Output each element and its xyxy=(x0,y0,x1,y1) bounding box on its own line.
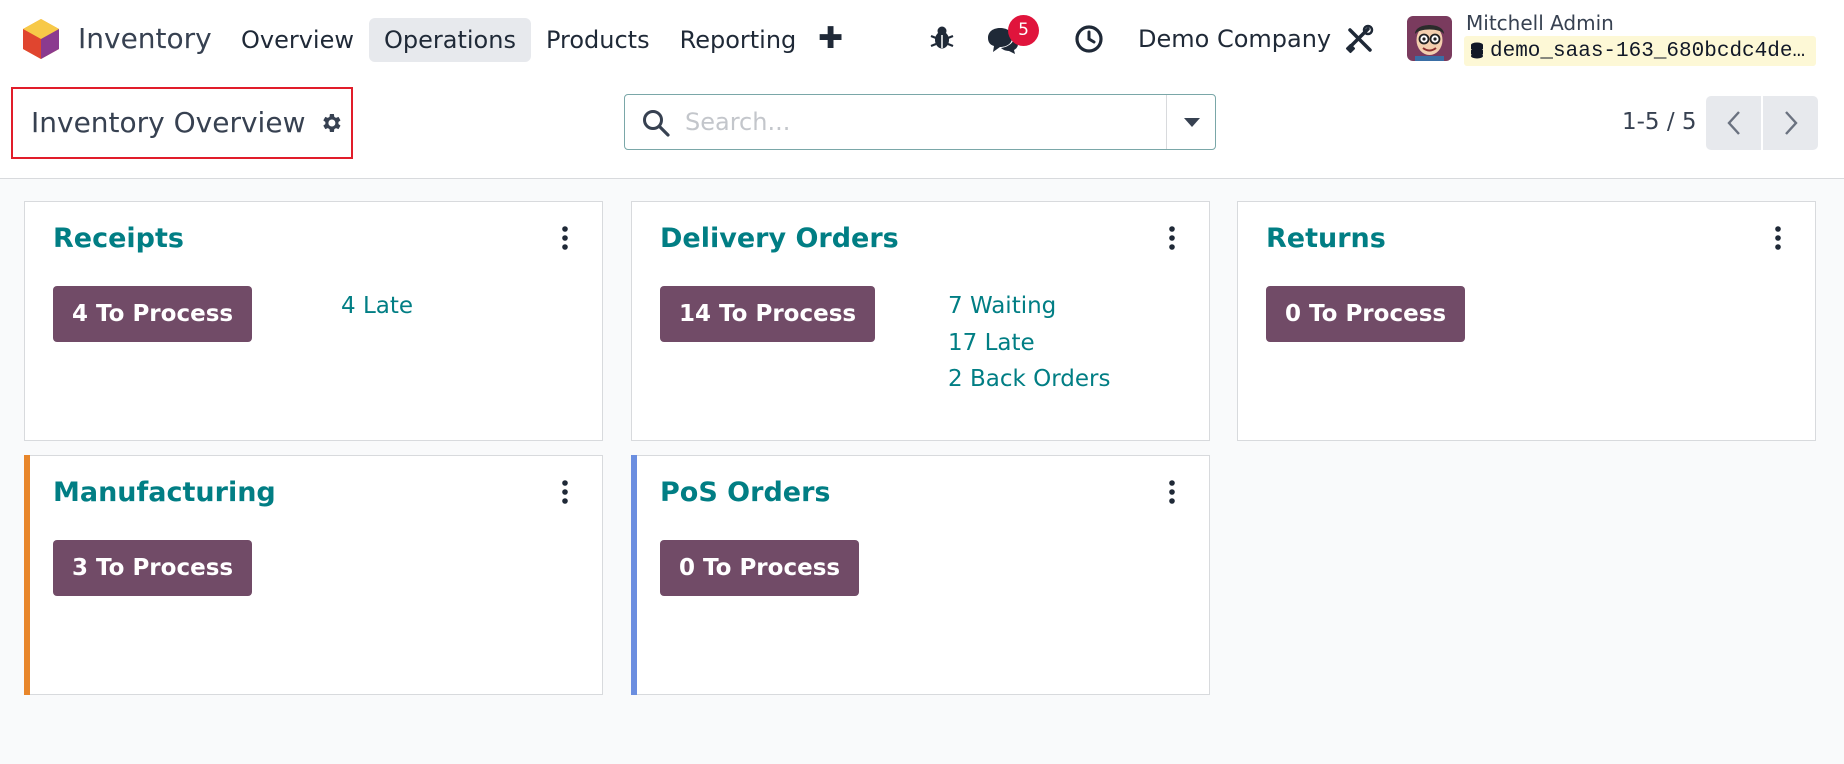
card-receipts: Receipts 4 To Process 4 Late xyxy=(24,201,603,441)
chevron-left-icon xyxy=(1726,111,1740,135)
card-manufacturing: Manufacturing 3 To Process xyxy=(24,455,603,695)
page-title: Inventory Overview xyxy=(31,106,306,139)
search-input[interactable] xyxy=(685,103,1185,141)
kebab-menu-icon[interactable] xyxy=(555,478,575,506)
menu-products[interactable]: Products xyxy=(531,18,665,62)
message-count-badge: 5 xyxy=(1008,15,1039,46)
card-title[interactable]: Delivery Orders xyxy=(660,220,899,258)
pager-next-button[interactable] xyxy=(1763,96,1818,150)
main-menu: Overview Operations Products Reporting xyxy=(226,18,811,62)
card-title[interactable]: Manufacturing xyxy=(53,474,276,512)
kebab-menu-icon[interactable] xyxy=(1768,224,1788,252)
kebab-menu-icon[interactable] xyxy=(555,224,575,252)
card-title[interactable]: Returns xyxy=(1266,220,1386,258)
clock-icon[interactable] xyxy=(1074,24,1104,54)
pager-value[interactable]: 1-5 / 5 xyxy=(1622,104,1697,140)
card-title[interactable]: Receipts xyxy=(53,220,184,258)
database-icon xyxy=(1471,42,1483,59)
card-pos-orders: PoS Orders 0 To Process xyxy=(631,455,1210,695)
database-badge: demo_saas-163_680bcdc4de… xyxy=(1464,36,1816,66)
to-process-button[interactable]: 0 To Process xyxy=(1266,286,1466,342)
to-process-button[interactable]: 3 To Process xyxy=(53,540,253,596)
back-orders-link[interactable]: 2 Back Orders xyxy=(948,361,1110,398)
to-process-button[interactable]: 14 To Process xyxy=(660,286,876,342)
plus-icon[interactable]: ✚ xyxy=(818,22,843,56)
card-title[interactable]: PoS Orders xyxy=(660,474,830,512)
search-options-toggle[interactable] xyxy=(1167,95,1216,149)
menu-overview[interactable]: Overview xyxy=(226,18,369,62)
company-switcher[interactable]: Demo Company xyxy=(1138,20,1331,58)
app-name[interactable]: Inventory xyxy=(78,20,212,58)
pager-previous-button[interactable] xyxy=(1706,96,1761,150)
color-stripe xyxy=(24,455,30,695)
card-stats: 4 Late xyxy=(341,288,413,325)
to-process-button[interactable]: 4 To Process xyxy=(53,286,253,342)
search-bar xyxy=(624,94,1216,150)
color-stripe xyxy=(631,455,637,695)
card-delivery-orders: Delivery Orders 14 To Process 7 Waiting … xyxy=(631,201,1210,441)
kebab-menu-icon[interactable] xyxy=(1162,224,1182,252)
caret-down-icon xyxy=(1183,117,1200,127)
tools-icon[interactable] xyxy=(1344,24,1374,54)
gear-icon[interactable] xyxy=(319,111,343,135)
menu-operations[interactable]: Operations xyxy=(369,18,531,62)
menu-reporting[interactable]: Reporting xyxy=(665,18,812,62)
card-returns: Returns 0 To Process xyxy=(1237,201,1816,441)
late-link[interactable]: 4 Late xyxy=(341,288,413,325)
bug-icon[interactable] xyxy=(928,24,956,52)
odoo-inventory-logo[interactable] xyxy=(22,18,60,60)
late-link[interactable]: 17 Late xyxy=(948,325,1110,362)
search-icon xyxy=(643,110,670,137)
kebab-menu-icon[interactable] xyxy=(1162,478,1182,506)
user-avatar[interactable] xyxy=(1407,16,1452,61)
card-stats: 7 Waiting 17 Late 2 Back Orders xyxy=(948,288,1110,398)
waiting-link[interactable]: 7 Waiting xyxy=(948,288,1110,325)
chevron-right-icon xyxy=(1784,111,1798,135)
control-panel: Inventory Overview 1-5 / 5 xyxy=(0,78,1844,179)
to-process-button[interactable]: 0 To Process xyxy=(660,540,860,596)
user-name[interactable]: Mitchell Admin xyxy=(1466,9,1614,37)
top-navbar: Inventory Overview Operations Products R… xyxy=(0,0,1844,78)
database-name: demo_saas-163_680bcdc4de… xyxy=(1490,39,1806,63)
breadcrumb: Inventory Overview xyxy=(11,87,353,159)
